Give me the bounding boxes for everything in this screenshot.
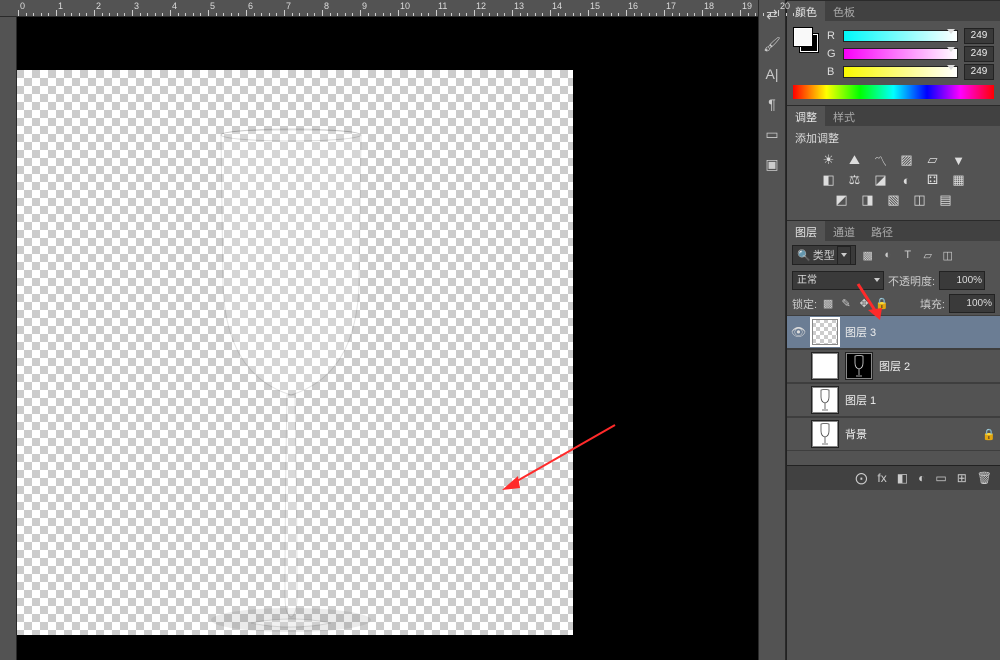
filter-smart-icon[interactable]: ◫ bbox=[940, 247, 956, 263]
tab-color[interactable]: 颜色 bbox=[787, 1, 825, 21]
fg-color-swatch[interactable] bbox=[793, 27, 813, 47]
layer-thumbnail[interactable] bbox=[811, 420, 839, 448]
layer-row[interactable]: 图层 1 bbox=[787, 383, 1000, 417]
layer-row[interactable]: 图层 2 bbox=[787, 349, 1000, 383]
b-label: B bbox=[827, 66, 837, 78]
lock-label: 锁定: bbox=[792, 296, 817, 312]
r-label: R bbox=[827, 30, 837, 42]
transparency-grid bbox=[8, 70, 573, 635]
new-group-icon[interactable]: ▭ bbox=[935, 471, 946, 485]
app-root: 01234567891011121314151617181920 ⇄ 🖌 A| … bbox=[0, 0, 1000, 660]
document-canvas[interactable] bbox=[8, 70, 573, 635]
tab-paths[interactable]: 路径 bbox=[863, 221, 901, 241]
layer-thumbnail[interactable] bbox=[811, 386, 839, 414]
gradient-map-icon[interactable]: ◫ bbox=[912, 192, 928, 208]
layer-name[interactable]: 图层 2 bbox=[879, 358, 910, 374]
new-layer-icon[interactable]: ⊞ bbox=[957, 471, 967, 485]
vibrance-icon[interactable]: ▱ bbox=[925, 152, 941, 168]
invert-icon[interactable]: ◩ bbox=[834, 192, 850, 208]
tab-swatches[interactable]: 色板 bbox=[825, 1, 863, 21]
layers-footer: ⨀ fx ◧ ◐ ▭ ⊞ 🗑 bbox=[787, 465, 1000, 490]
lock-position-icon[interactable]: ✥ bbox=[857, 297, 871, 310]
vertical-ruler bbox=[0, 0, 17, 660]
exposure-icon[interactable]: ▨ bbox=[899, 152, 915, 168]
right-panels: 颜色 色板 R 249 G 249 B 249 调整 样式 bbox=[786, 0, 1000, 660]
spectrum-bar[interactable] bbox=[793, 85, 994, 99]
properties-icon[interactable]: ▭ bbox=[762, 124, 782, 144]
layer-name[interactable]: 背景 bbox=[845, 426, 867, 442]
balance-icon[interactable]: ⚖ bbox=[847, 172, 863, 188]
visibility-toggle[interactable] bbox=[791, 393, 805, 407]
layer-thumbnail[interactable] bbox=[811, 352, 839, 380]
link-layers-icon[interactable]: ⨀ bbox=[855, 471, 867, 485]
layer-row[interactable]: 背景 🔒 bbox=[787, 417, 1000, 451]
layer-list: 👁 图层 3 图层 2 图层 1 背景 🔒 bbox=[787, 315, 1000, 465]
lock-transparency-icon[interactable]: ▩ bbox=[821, 297, 835, 310]
blend-mode-select[interactable]: 正常 bbox=[792, 271, 884, 290]
fill-label: 填充: bbox=[920, 296, 945, 312]
filter-image-icon[interactable]: ▩ bbox=[860, 247, 876, 263]
lock-icon: 🔒 bbox=[982, 428, 996, 441]
layer-name[interactable]: 图层 1 bbox=[845, 392, 876, 408]
photo-filter-icon[interactable]: ◪ bbox=[873, 172, 889, 188]
opacity-label: 不透明度: bbox=[888, 273, 935, 289]
options-strip: ⇄ 🖌 A| ¶ ▭ ▣ bbox=[758, 0, 786, 660]
add-mask-icon[interactable]: ◧ bbox=[897, 471, 908, 485]
hue-icon[interactable]: ▼ bbox=[951, 152, 967, 168]
b-value[interactable]: 249 bbox=[964, 64, 994, 80]
filter-shape-icon[interactable]: ▱ bbox=[920, 247, 936, 263]
bw-icon[interactable]: ◧ bbox=[821, 172, 837, 188]
layer-row[interactable]: 👁 图层 3 bbox=[787, 315, 1000, 349]
filter-type-icon[interactable]: T bbox=[900, 247, 916, 263]
filter-type-combo[interactable]: 🔍 类型 bbox=[792, 245, 856, 265]
trash-icon[interactable]: 🗑 bbox=[977, 471, 992, 485]
layer-name[interactable]: 图层 3 bbox=[845, 324, 876, 340]
search-icon: 🔍 bbox=[797, 249, 811, 262]
canvas-area: 01234567891011121314151617181920 bbox=[0, 0, 758, 660]
opacity-value[interactable]: 100% bbox=[939, 271, 985, 290]
visibility-toggle[interactable]: 👁 bbox=[791, 325, 805, 339]
filter-adjust-icon[interactable]: ◐ bbox=[880, 247, 896, 263]
lock-paint-icon[interactable]: ✎ bbox=[839, 297, 853, 310]
layers-icon[interactable]: ▣ bbox=[762, 154, 782, 174]
tab-adjustments[interactable]: 调整 bbox=[787, 106, 825, 126]
fx-icon[interactable]: fx bbox=[877, 471, 886, 485]
grid-icon[interactable]: ▦ bbox=[951, 172, 967, 188]
r-slider[interactable] bbox=[843, 30, 958, 42]
visibility-toggle[interactable] bbox=[791, 427, 805, 441]
curves-icon[interactable]: 〽 bbox=[873, 152, 889, 168]
lookup-icon[interactable]: ⚃ bbox=[925, 172, 941, 188]
fg-bg-swatch[interactable] bbox=[793, 27, 819, 53]
add-adjustment-label: 添加调整 bbox=[795, 130, 992, 146]
fill-value[interactable]: 100% bbox=[949, 294, 995, 313]
color-panel: 颜色 色板 R 249 G 249 B 249 bbox=[787, 0, 1000, 105]
layer-mask-thumbnail[interactable] bbox=[845, 352, 873, 380]
adjustments-panel: 调整 样式 添加调整 ☀ ⛰ 〽 ▨ ▱ ▼ ◧ ⚖ ◪ ◐ ⚃ ▦ ◩ ◨ ▧… bbox=[787, 105, 1000, 220]
visibility-toggle[interactable] bbox=[791, 359, 805, 373]
new-fill-icon[interactable]: ◐ bbox=[918, 471, 925, 485]
posterize-icon[interactable]: ◨ bbox=[860, 192, 876, 208]
brightness-icon[interactable]: ☀ bbox=[821, 152, 837, 168]
lock-all-icon[interactable]: 🔒 bbox=[875, 297, 889, 310]
tab-channels[interactable]: 通道 bbox=[825, 221, 863, 241]
b-slider[interactable] bbox=[843, 66, 958, 78]
r-value[interactable]: 249 bbox=[964, 28, 994, 44]
tab-styles[interactable]: 样式 bbox=[825, 106, 863, 126]
paragraph-icon[interactable]: ¶ bbox=[762, 94, 782, 114]
g-slider[interactable] bbox=[843, 48, 958, 60]
channel-mixer-icon[interactable]: ◐ bbox=[899, 172, 915, 188]
selective-icon[interactable]: ▤ bbox=[938, 192, 954, 208]
levels-icon[interactable]: ⛰ bbox=[847, 152, 863, 168]
g-value[interactable]: 249 bbox=[964, 46, 994, 62]
filter-type-label: 类型 bbox=[813, 247, 835, 263]
character-icon[interactable]: A| bbox=[762, 64, 782, 84]
threshold-icon[interactable]: ▧ bbox=[886, 192, 902, 208]
brushes-icon[interactable]: 🖌 bbox=[762, 34, 782, 54]
layer-thumbnail[interactable] bbox=[811, 318, 839, 346]
swap-panels-icon[interactable]: ⇄ bbox=[762, 4, 782, 24]
tab-layers[interactable]: 图层 bbox=[787, 221, 825, 241]
g-label: G bbox=[827, 48, 837, 60]
horizontal-ruler: 01234567891011121314151617181920 bbox=[0, 0, 758, 17]
layers-panel: 图层 通道 路径 🔍 类型 ▩ ◐ T ▱ ◫ 正常 不透明度: 100% 锁定… bbox=[787, 220, 1000, 660]
